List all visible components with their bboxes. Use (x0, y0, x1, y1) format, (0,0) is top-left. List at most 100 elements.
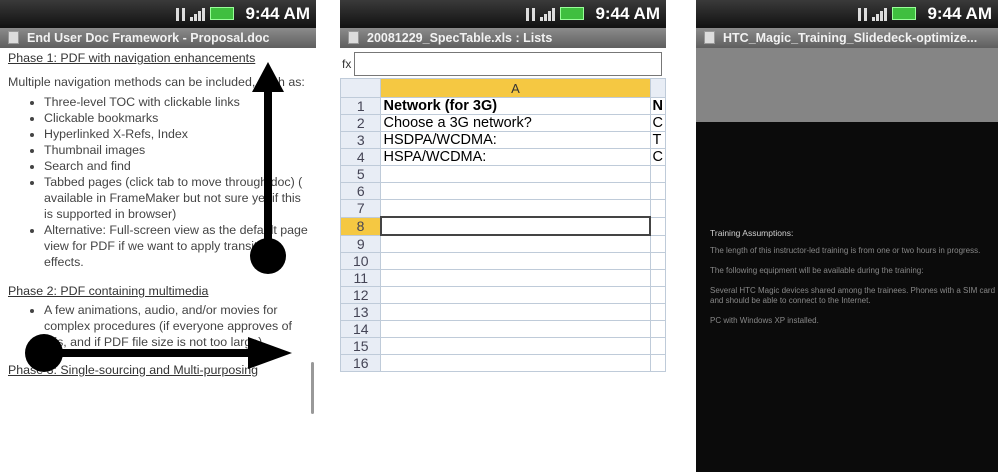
row-header[interactable]: 6 (340, 182, 382, 200)
cell-a[interactable] (380, 303, 651, 321)
cell-a[interactable] (380, 165, 651, 183)
cell-b[interactable]: T (649, 131, 666, 149)
status-bar: 9:44 AM (0, 0, 316, 28)
table-row[interactable]: 3 HSDPA/WCDMA: T (340, 131, 666, 149)
table-row[interactable]: 8 (340, 216, 666, 236)
cell-a[interactable] (380, 269, 651, 287)
cell-a[interactable]: HSPA/WCDMA: (380, 148, 651, 166)
column-header-a[interactable]: A (380, 78, 651, 98)
row-header[interactable]: 1 (340, 97, 382, 115)
navigation-list: Three-level TOC with clickable links Cli… (8, 94, 310, 270)
table-row[interactable]: 10 (340, 252, 666, 270)
table-row[interactable]: 6 (340, 182, 666, 200)
cell-b[interactable] (649, 199, 666, 218)
slide-paragraph: The length of this instructor-led traini… (710, 246, 981, 255)
cell-a[interactable] (380, 234, 651, 253)
table-row[interactable]: 1 Network (for 3G) N (340, 97, 666, 115)
row-header[interactable]: 15 (340, 337, 382, 355)
battery-icon (892, 7, 916, 20)
cell-b[interactable] (649, 303, 666, 321)
corner-cell[interactable] (340, 78, 382, 98)
phase2-heading[interactable]: Phase 2: PDF containing multimedia (8, 283, 310, 299)
cell-b[interactable] (649, 165, 666, 183)
cell-a[interactable] (380, 337, 651, 355)
cell-a[interactable] (380, 286, 651, 304)
battery-icon (210, 7, 234, 20)
cell-b[interactable] (649, 354, 666, 372)
phase3-heading[interactable]: Phase 3: Single-sourcing and Multi-purpo… (8, 362, 310, 378)
cell-a[interactable]: Choose a 3G network? (380, 114, 651, 132)
list-item: Three-level TOC with clickable links (44, 94, 310, 110)
cell-a[interactable] (380, 182, 651, 200)
row-header[interactable]: 12 (340, 286, 382, 304)
formula-input[interactable] (354, 52, 662, 76)
phone-screen-spreadsheet: 9:44 AM 20081229_SpecTable.xls : Lists f… (340, 0, 666, 472)
cell-b[interactable] (649, 337, 666, 355)
status-time: 9:44 AM (245, 4, 310, 23)
slide-paragraph: Several HTC Magic devices shared among t… (710, 286, 996, 305)
intro-text: Multiple navigation methods can be inclu… (8, 75, 305, 89)
row-header[interactable]: 5 (340, 165, 382, 183)
spreadsheet-grid[interactable]: A 1 Network (for 3G) N 2 Choose a 3G network… (340, 78, 666, 372)
slides-title-bar: HTC_Magic_Training_Slidedeck-optimize... (696, 28, 998, 48)
row-header[interactable]: 2 (340, 114, 382, 132)
table-row[interactable]: 15 (340, 337, 666, 355)
cell-a[interactable]: Network (for 3G) (380, 97, 651, 115)
document-icon (8, 31, 19, 44)
slides-title: HTC_Magic_Training_Slidedeck-optimize... (723, 31, 978, 45)
fx-label: fx (342, 57, 352, 71)
phase1-heading[interactable]: Phase 1: PDF with navigation enhancement… (8, 50, 310, 66)
cell-a[interactable] (380, 199, 651, 218)
doc-title: End User Doc Framework - Proposal.doc (27, 31, 270, 45)
table-row[interactable]: 2 Choose a 3G network? C (340, 114, 666, 132)
table-row[interactable]: 4 HSPA/WCDMA: C (340, 148, 666, 166)
row-header[interactable]: 14 (340, 320, 382, 338)
list-item: Thumbnail images (44, 142, 310, 158)
table-row[interactable]: 5 (340, 165, 666, 183)
slide-content[interactable]: Training Assumptions: The length of this… (696, 228, 998, 326)
row-header[interactable]: 8 (340, 216, 382, 236)
table-row[interactable]: 16 (340, 354, 666, 372)
sheet-title-bar: 20081229_SpecTable.xls : Lists (340, 28, 666, 48)
column-header-b[interactable] (649, 78, 666, 98)
cell-a[interactable] (380, 320, 651, 338)
cell-b[interactable] (649, 320, 666, 338)
row-header[interactable]: 4 (340, 148, 382, 166)
row-header[interactable]: 10 (340, 252, 382, 270)
cell-a[interactable]: HSDPA/WCDMA: (380, 131, 651, 149)
formula-bar: fx (340, 48, 666, 78)
cell-b[interactable]: C (649, 148, 666, 166)
row-header[interactable]: 16 (340, 354, 382, 372)
table-row[interactable]: 14 (340, 320, 666, 338)
cell-a[interactable] (379, 216, 652, 236)
cell-b[interactable] (649, 269, 666, 287)
cell-a[interactable] (380, 354, 651, 372)
document-content[interactable]: Phase 1: PDF with navigation enhancement… (0, 48, 316, 378)
phone-screen-document: 9:44 AM End User Doc Framework - Proposa… (0, 0, 316, 472)
cell-b[interactable] (649, 182, 666, 200)
status-time: 9:44 AM (595, 4, 660, 23)
cell-b[interactable]: N (649, 97, 666, 115)
table-row[interactable]: 7 (340, 199, 666, 218)
status-bar: 9:44 AM (696, 0, 998, 28)
usb-icon (858, 8, 867, 21)
cell-b[interactable] (649, 286, 666, 304)
scrollbar[interactable] (311, 362, 314, 414)
table-row[interactable]: 9 (340, 234, 666, 253)
row-header[interactable]: 13 (340, 303, 382, 321)
usb-icon (176, 8, 185, 21)
row-header[interactable]: 11 (340, 269, 382, 287)
cell-b[interactable] (649, 234, 666, 253)
list-item: Search and find (44, 158, 310, 174)
cell-b[interactable] (649, 252, 666, 270)
status-icons (176, 7, 234, 21)
row-header[interactable]: 3 (340, 131, 382, 149)
table-row[interactable]: 11 (340, 269, 666, 287)
table-row[interactable]: 13 (340, 303, 666, 321)
cell-a[interactable] (380, 252, 651, 270)
cell-b[interactable] (649, 216, 666, 236)
row-header[interactable]: 9 (340, 234, 382, 253)
row-header[interactable]: 7 (340, 199, 382, 218)
table-row[interactable]: 12 (340, 286, 666, 304)
cell-b[interactable]: C (649, 114, 666, 132)
